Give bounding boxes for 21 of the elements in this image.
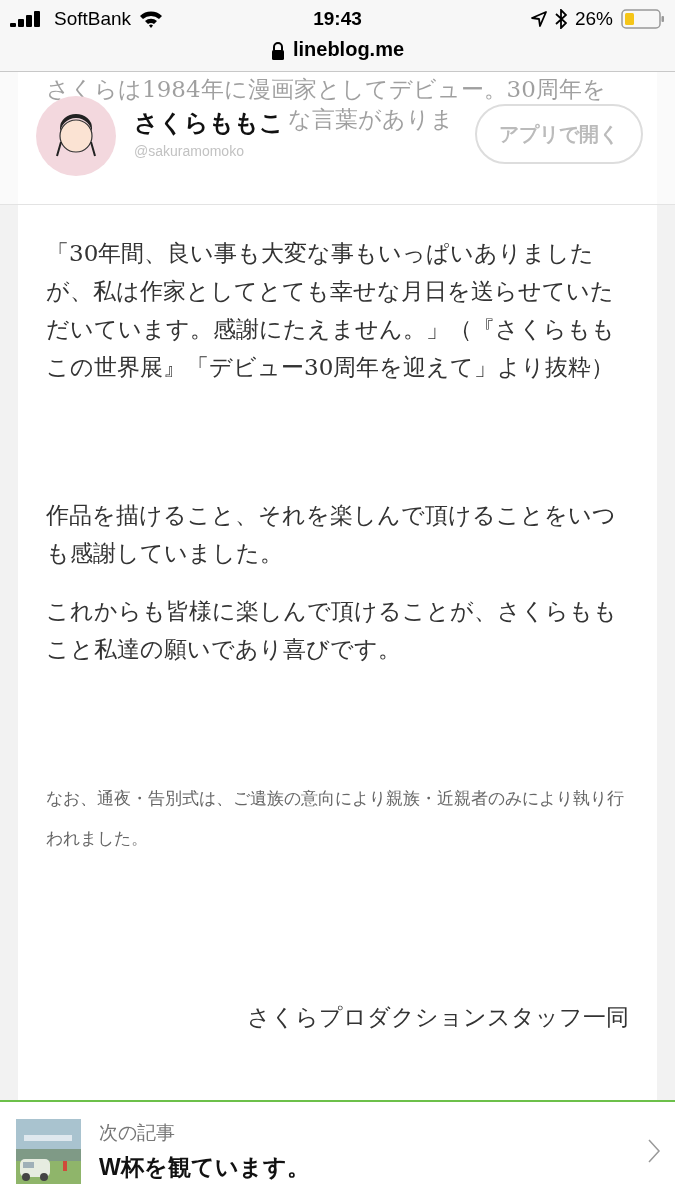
clock-time: 19:43 xyxy=(313,8,362,30)
article-paragraph: 作品を描けること、それを楽しんで頂けることをいつも感謝していました。 xyxy=(46,501,617,568)
profile-name: さくらももこ xyxy=(134,108,284,138)
battery-icon xyxy=(621,9,665,29)
article-text: な言葉がありま xyxy=(288,105,454,134)
url-text[interactable]: lineblog.me xyxy=(292,38,405,61)
note-text: なお、通夜・告別式は、ご遺族の意向により親族・近親者のみにより執り行われました。 xyxy=(46,787,625,850)
article-paragraph: これからも皆様に楽しんで頂けることが、さくらももこと私達の願いであり喜びです。 xyxy=(46,597,618,664)
signature-text: さくらプロダクションスタッフ一同 xyxy=(246,1003,629,1032)
wifi-icon xyxy=(139,10,164,28)
article-paragraph: 「30年間、良い事も大変な事もいっぱいありましたが、私は作家としてとても幸せな月日を送らせていただいています。感謝にたえません。」（『さくらももこの世界展』「デビュー30周年を迎えて」より抜粋） xyxy=(46,239,616,382)
carrier-name: SoftBank xyxy=(54,8,132,30)
chevron-right-icon[interactable] xyxy=(647,1138,661,1164)
bluetooth-icon xyxy=(554,9,567,29)
lock-icon xyxy=(270,42,285,60)
location-arrow-icon xyxy=(530,11,547,27)
next-article-label: 次の記事 xyxy=(99,1120,176,1145)
battery-percent: 26% xyxy=(574,8,613,30)
profile-handle: @sakuramomoko xyxy=(134,143,244,159)
next-article-bar[interactable]: 次の記事 W杯を観ています。 xyxy=(0,1100,675,1200)
next-article-title[interactable]: W杯を観ています。 xyxy=(99,1151,629,1183)
